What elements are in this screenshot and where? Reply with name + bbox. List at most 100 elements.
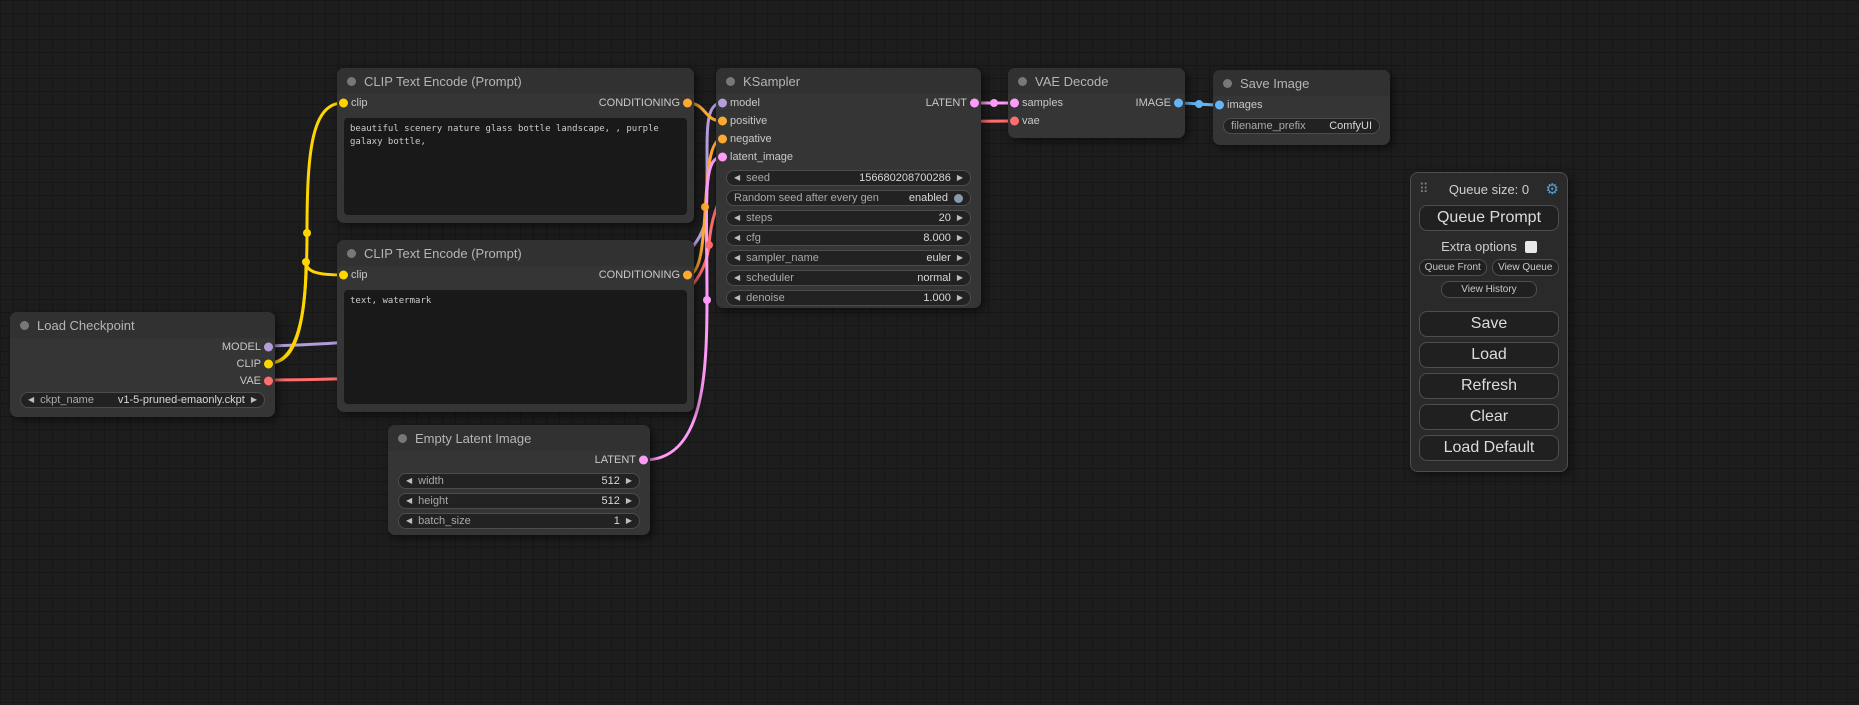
collapse-toggle-icon[interactable] bbox=[1223, 79, 1232, 88]
node-title-bar[interactable]: CLIP Text Encode (Prompt) bbox=[337, 240, 694, 266]
input-port-positive[interactable] bbox=[718, 117, 727, 126]
port-row: clip CONDITIONING bbox=[337, 266, 694, 284]
output-port-latent[interactable] bbox=[970, 99, 979, 108]
decrement-icon[interactable]: ◀ bbox=[734, 174, 740, 182]
scheduler-widget[interactable]: ◀ scheduler normal ▶ bbox=[726, 270, 971, 286]
decrement-icon[interactable]: ◀ bbox=[734, 274, 740, 282]
drag-handle-icon[interactable]: ⠿ bbox=[1419, 181, 1429, 197]
collapse-toggle-icon[interactable] bbox=[347, 77, 356, 86]
input-port-vae[interactable] bbox=[1010, 117, 1019, 126]
node-title: Empty Latent Image bbox=[415, 431, 531, 446]
decrement-icon[interactable]: ◀ bbox=[406, 477, 412, 485]
clear-button[interactable]: Clear bbox=[1419, 404, 1559, 430]
port-row: clip CONDITIONING bbox=[337, 94, 694, 112]
height-widget[interactable]: ◀ height 512 ▶ bbox=[398, 493, 640, 509]
increment-icon[interactable]: ▶ bbox=[251, 396, 257, 404]
batch-size-widget[interactable]: ◀ batch_size 1 ▶ bbox=[398, 513, 640, 529]
node-vae-decode[interactable]: VAE Decode samples IMAGE vae bbox=[1008, 68, 1185, 138]
node-load-checkpoint[interactable]: Load Checkpoint MODEL CLIP VAE ◀ ckpt_na… bbox=[10, 312, 275, 417]
cfg-widget[interactable]: ◀ cfg 8.000 ▶ bbox=[726, 230, 971, 246]
input-port-images[interactable] bbox=[1215, 101, 1224, 110]
seed-widget[interactable]: ◀ seed 156680208700286 ▶ bbox=[726, 170, 971, 186]
output-port-model[interactable] bbox=[264, 342, 273, 351]
input-label-samples: samples bbox=[1022, 97, 1063, 109]
increment-icon[interactable]: ▶ bbox=[626, 477, 632, 485]
queue-prompt-button[interactable]: Queue Prompt bbox=[1419, 205, 1559, 231]
random-seed-toggle-widget[interactable]: Random seed after every gen enabled bbox=[726, 190, 971, 206]
widget-label: denoise bbox=[746, 292, 785, 304]
input-port-negative[interactable] bbox=[718, 135, 727, 144]
node-save-image[interactable]: Save Image images filename_prefix ComfyU… bbox=[1213, 70, 1390, 145]
toggle-dot-icon[interactable] bbox=[954, 194, 963, 203]
node-clip-text-encode-negative[interactable]: CLIP Text Encode (Prompt) clip CONDITION… bbox=[337, 240, 694, 412]
decrement-icon[interactable]: ◀ bbox=[28, 396, 34, 404]
output-label-clip: CLIP bbox=[237, 358, 261, 370]
output-port-conditioning[interactable] bbox=[683, 99, 692, 108]
node-title-bar[interactable]: KSampler bbox=[716, 68, 981, 94]
refresh-button[interactable]: Refresh bbox=[1419, 373, 1559, 399]
input-port-model[interactable] bbox=[718, 99, 727, 108]
node-ksampler[interactable]: KSampler model LATENT positive negative … bbox=[716, 68, 981, 308]
decrement-icon[interactable]: ◀ bbox=[734, 214, 740, 222]
extra-options-checkbox[interactable] bbox=[1525, 241, 1537, 253]
increment-icon[interactable]: ▶ bbox=[957, 174, 963, 182]
queue-front-button[interactable]: Queue Front bbox=[1419, 259, 1487, 276]
collapse-toggle-icon[interactable] bbox=[347, 249, 356, 258]
output-port-image[interactable] bbox=[1174, 99, 1183, 108]
node-title: KSampler bbox=[743, 74, 800, 89]
increment-icon[interactable]: ▶ bbox=[626, 497, 632, 505]
increment-icon[interactable]: ▶ bbox=[957, 234, 963, 242]
input-port-clip[interactable] bbox=[339, 271, 348, 280]
increment-icon[interactable]: ▶ bbox=[626, 517, 632, 525]
port-row: samples IMAGE bbox=[1008, 94, 1185, 112]
output-port-vae[interactable] bbox=[264, 376, 273, 385]
filename-prefix-widget[interactable]: filename_prefix ComfyUI bbox=[1223, 118, 1380, 134]
prompt-textarea[interactable]: beautiful scenery nature glass bottle la… bbox=[344, 118, 687, 215]
width-widget[interactable]: ◀ width 512 ▶ bbox=[398, 473, 640, 489]
collapse-toggle-icon[interactable] bbox=[1018, 77, 1027, 86]
decrement-icon[interactable]: ◀ bbox=[406, 497, 412, 505]
decrement-icon[interactable]: ◀ bbox=[734, 254, 740, 262]
decrement-icon[interactable]: ◀ bbox=[734, 234, 740, 242]
sampler-name-widget[interactable]: ◀ sampler_name euler ▶ bbox=[726, 250, 971, 266]
increment-icon[interactable]: ▶ bbox=[957, 254, 963, 262]
node-title-bar[interactable]: Save Image bbox=[1213, 70, 1390, 96]
increment-icon[interactable]: ▶ bbox=[957, 214, 963, 222]
output-port-latent[interactable] bbox=[639, 456, 648, 465]
prompt-textarea[interactable]: text, watermark bbox=[344, 290, 687, 404]
steps-widget[interactable]: ◀ steps 20 ▶ bbox=[726, 210, 971, 226]
node-graph-canvas[interactable]: Load Checkpoint MODEL CLIP VAE ◀ ckpt_na… bbox=[0, 0, 1859, 705]
settings-gear-icon[interactable]: ⚙ bbox=[1546, 180, 1559, 198]
input-port-samples[interactable] bbox=[1010, 99, 1019, 108]
output-port-conditioning[interactable] bbox=[683, 271, 692, 280]
save-button[interactable]: Save bbox=[1419, 311, 1559, 337]
decrement-icon[interactable]: ◀ bbox=[734, 294, 740, 302]
queue-menu-panel: ⠿ Queue size: 0 ⚙ Queue Prompt Extra opt… bbox=[1410, 172, 1568, 472]
node-empty-latent-image[interactable]: Empty Latent Image LATENT ◀ width 512 ▶ … bbox=[388, 425, 650, 535]
view-queue-button[interactable]: View Queue bbox=[1492, 259, 1560, 276]
collapse-toggle-icon[interactable] bbox=[726, 77, 735, 86]
view-history-button[interactable]: View History bbox=[1441, 281, 1537, 298]
ckpt-name-widget[interactable]: ◀ ckpt_name v1-5-pruned-emaonly.ckpt ▶ bbox=[20, 392, 265, 408]
node-clip-text-encode-positive[interactable]: CLIP Text Encode (Prompt) clip CONDITION… bbox=[337, 68, 694, 223]
input-port-latent-image[interactable] bbox=[718, 153, 727, 162]
node-title-bar[interactable]: VAE Decode bbox=[1008, 68, 1185, 94]
link-dot bbox=[302, 258, 310, 266]
widget-label: steps bbox=[746, 212, 772, 224]
output-port-clip[interactable] bbox=[264, 359, 273, 368]
node-title-bar[interactable]: Empty Latent Image bbox=[388, 425, 650, 451]
collapse-toggle-icon[interactable] bbox=[20, 321, 29, 330]
decrement-icon[interactable]: ◀ bbox=[406, 517, 412, 525]
widget-label: height bbox=[418, 495, 448, 507]
load-default-button[interactable]: Load Default bbox=[1419, 435, 1559, 461]
node-title: Load Checkpoint bbox=[37, 318, 135, 333]
collapse-toggle-icon[interactable] bbox=[398, 434, 407, 443]
increment-icon[interactable]: ▶ bbox=[957, 294, 963, 302]
node-title-bar[interactable]: CLIP Text Encode (Prompt) bbox=[337, 68, 694, 94]
load-button[interactable]: Load bbox=[1419, 342, 1559, 368]
denoise-widget[interactable]: ◀ denoise 1.000 ▶ bbox=[726, 290, 971, 306]
increment-icon[interactable]: ▶ bbox=[957, 274, 963, 282]
input-port-clip[interactable] bbox=[339, 99, 348, 108]
node-title-bar[interactable]: Load Checkpoint bbox=[10, 312, 275, 338]
output-row: VAE bbox=[10, 372, 275, 389]
